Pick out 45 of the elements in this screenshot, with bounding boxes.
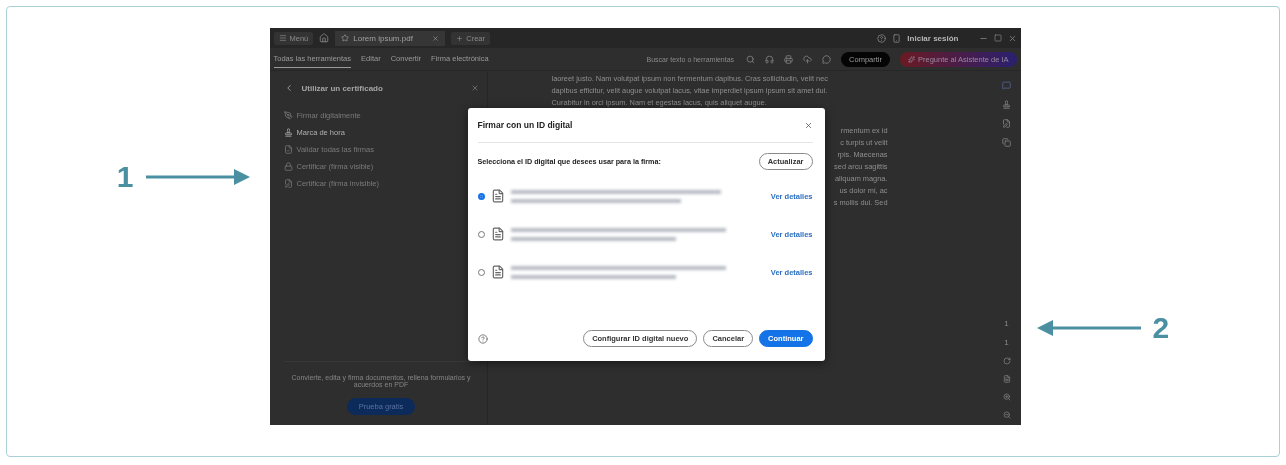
- rotate-icon[interactable]: [1002, 357, 1011, 365]
- menu-icon: [278, 34, 287, 42]
- zoom-in-icon[interactable]: [1002, 393, 1011, 401]
- tool-icon: [283, 128, 293, 137]
- help-icon[interactable]: [477, 333, 488, 344]
- tool-icon: [283, 145, 293, 154]
- zoom-out-icon[interactable]: [1002, 411, 1011, 419]
- annotation-number: 2: [1152, 310, 1170, 346]
- chat-icon[interactable]: [822, 54, 832, 64]
- star-icon: [341, 34, 350, 42]
- radio-button[interactable]: [477, 230, 485, 238]
- comment-icon[interactable]: [1002, 81, 1011, 90]
- stamp-icon[interactable]: [1002, 100, 1011, 109]
- certificate-icon: [490, 265, 505, 279]
- tool-icon: [283, 162, 293, 171]
- document-tab[interactable]: Lorem ipsum.pdf: [335, 30, 446, 46]
- certificate-icon: [490, 189, 505, 203]
- tool-icon: [283, 179, 293, 188]
- tool-icon: [283, 111, 293, 120]
- panel-title: Utilizar un certificado: [301, 83, 383, 93]
- close-icon[interactable]: [1007, 33, 1017, 43]
- home-icon[interactable]: [319, 33, 330, 43]
- certificate-icon: [490, 227, 505, 241]
- edit-file-icon[interactable]: [1002, 119, 1011, 128]
- sign-in-link[interactable]: Iniciar sesión: [907, 33, 959, 43]
- upload-icon[interactable]: [803, 54, 813, 64]
- copy-icon[interactable]: [1002, 138, 1011, 147]
- plus-icon: [456, 34, 464, 42]
- help-icon[interactable]: [877, 33, 887, 43]
- close-icon[interactable]: [803, 120, 813, 130]
- printer-icon[interactable]: [784, 54, 794, 64]
- maximize-icon[interactable]: [993, 34, 1002, 42]
- dialog-title: Firmar con un ID digital: [477, 120, 573, 130]
- radio-button[interactable]: [477, 192, 485, 200]
- device-icon[interactable]: [892, 33, 902, 43]
- close-icon[interactable]: [470, 84, 479, 92]
- sparkle-icon: [908, 55, 915, 63]
- close-icon[interactable]: [432, 34, 440, 42]
- page-icon[interactable]: [1002, 375, 1011, 383]
- page-number: 1: [1004, 338, 1009, 347]
- headphones-icon[interactable]: [765, 54, 775, 64]
- search-icon[interactable]: [746, 54, 756, 64]
- annotation-number: 1: [116, 159, 134, 195]
- radio-button[interactable]: [477, 268, 485, 276]
- page-number: 1: [1004, 319, 1009, 328]
